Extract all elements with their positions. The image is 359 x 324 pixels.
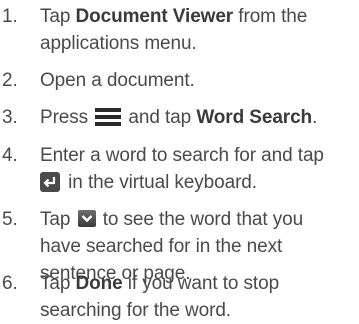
step-emphasis: Done bbox=[75, 273, 123, 294]
step-text-part: Press bbox=[40, 107, 94, 128]
step-line: Enter a word to search for and tap bbox=[40, 145, 324, 166]
step-number: 6. bbox=[2, 273, 18, 294]
step-line: applications menu. bbox=[40, 33, 197, 54]
step-number: 1. bbox=[2, 6, 18, 27]
step-line: in the virtual keyboard. bbox=[40, 169, 358, 196]
step-text-part: in the virtual keyboard. bbox=[63, 172, 257, 193]
step-line: Open a document. bbox=[40, 70, 195, 91]
step-number: 2. bbox=[2, 70, 18, 91]
step-text-part: to see the word that you bbox=[97, 209, 304, 230]
down-arrow-icon bbox=[77, 210, 96, 227]
step-text-part: Tap bbox=[40, 209, 76, 230]
step-text-part: if you want to stop bbox=[122, 273, 280, 294]
instruction-list: 1. Tap Document Viewer from the applicat… bbox=[0, 0, 359, 321]
step-text: Enter a word to search for and tap in th… bbox=[40, 142, 358, 196]
step-number: 4. bbox=[2, 145, 18, 166]
step-text-part: and tap bbox=[123, 107, 197, 128]
step-line: Tap Document Viewer from the bbox=[40, 3, 358, 30]
step-line: Press and tap Word Search. bbox=[40, 104, 358, 131]
step-number: 3. bbox=[2, 107, 18, 128]
step-text-part: . bbox=[312, 107, 318, 128]
step-emphasis: Word Search bbox=[196, 107, 313, 128]
step-text: Tap Done if you want to stop searching f… bbox=[40, 270, 358, 324]
step-text-part: Tap bbox=[40, 6, 76, 27]
step-text-part: from the bbox=[233, 6, 308, 27]
step-line: have searched for in the next bbox=[40, 236, 283, 257]
step-line: Tap Done if you want to stop bbox=[40, 270, 358, 297]
step-line: Tap to see the word that you bbox=[40, 206, 358, 233]
step-text: Tap Document Viewer from the application… bbox=[40, 3, 358, 57]
step-line: searching for the word. bbox=[40, 300, 231, 321]
enter-key-icon bbox=[40, 172, 60, 192]
menu-icon bbox=[95, 108, 122, 126]
step-number: 5. bbox=[2, 209, 18, 230]
step-text: Press and tap Word Search. bbox=[40, 104, 358, 131]
step-text-part: Tap bbox=[40, 273, 76, 294]
step-text: Open a document. bbox=[40, 67, 358, 94]
step-emphasis: Document Viewer bbox=[75, 6, 234, 27]
